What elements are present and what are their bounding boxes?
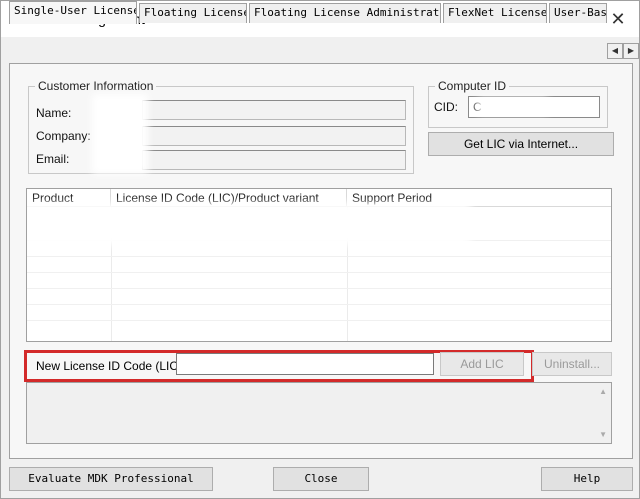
license-list[interactable]: Product License ID Code (LIC)/Product va…: [26, 188, 612, 342]
tab-flexnet-license[interactable]: FlexNet License: [443, 3, 547, 23]
table-row[interactable]: [27, 257, 611, 273]
table-row[interactable]: [27, 289, 611, 305]
company-field[interactable]: [142, 126, 406, 146]
evaluate-mdk-professional-button[interactable]: Evaluate MDK Professional: [9, 467, 213, 491]
company-label: Company:: [36, 129, 91, 143]
table-row[interactable]: [27, 273, 611, 289]
table-row[interactable]: [27, 305, 611, 321]
tab-floating-license-administrator[interactable]: Floating License Administrator: [249, 3, 441, 23]
redacted-customer-info: [92, 94, 148, 174]
cid-label: CID:: [434, 100, 458, 114]
tab-single-user-license[interactable]: Single-User License: [9, 1, 137, 24]
tab-user-based-license[interactable]: User-Bas: [549, 3, 607, 23]
new-lic-input[interactable]: [176, 353, 434, 375]
email-label: Email:: [36, 152, 70, 166]
tab-scroll-right-icon[interactable]: ▶: [623, 43, 639, 59]
uninstall-button[interactable]: Uninstall...: [532, 352, 612, 376]
close-icon[interactable]: ✕: [605, 7, 631, 31]
name-field[interactable]: [142, 100, 406, 120]
get-lic-via-internet-button[interactable]: Get LIC via Internet...: [428, 132, 614, 156]
scroll-down-icon[interactable]: ▼: [599, 430, 607, 439]
redacted-cid: [478, 98, 548, 114]
tab-scroll-left-icon[interactable]: ◀: [607, 43, 623, 59]
redacted-license-rows: [27, 203, 471, 245]
help-button[interactable]: Help: [541, 467, 633, 491]
tab-floating-license[interactable]: Floating License: [139, 3, 247, 23]
status-output-area: ▲ ▼: [26, 382, 612, 444]
license-management-window: License Management ✕ Single-User License…: [0, 0, 640, 499]
scroll-up-icon[interactable]: ▲: [599, 387, 607, 396]
computer-id-legend: Computer ID: [435, 79, 510, 93]
new-lic-label: New License ID Code (LIC):: [36, 359, 186, 373]
customer-information-legend: Customer Information: [35, 79, 157, 93]
name-label: Name:: [36, 106, 72, 120]
add-lic-button[interactable]: Add LIC: [440, 352, 524, 376]
email-field[interactable]: [142, 150, 406, 170]
close-button[interactable]: Close: [273, 467, 369, 491]
single-user-license-panel: Customer Information Name: Company: Emai…: [9, 63, 633, 459]
